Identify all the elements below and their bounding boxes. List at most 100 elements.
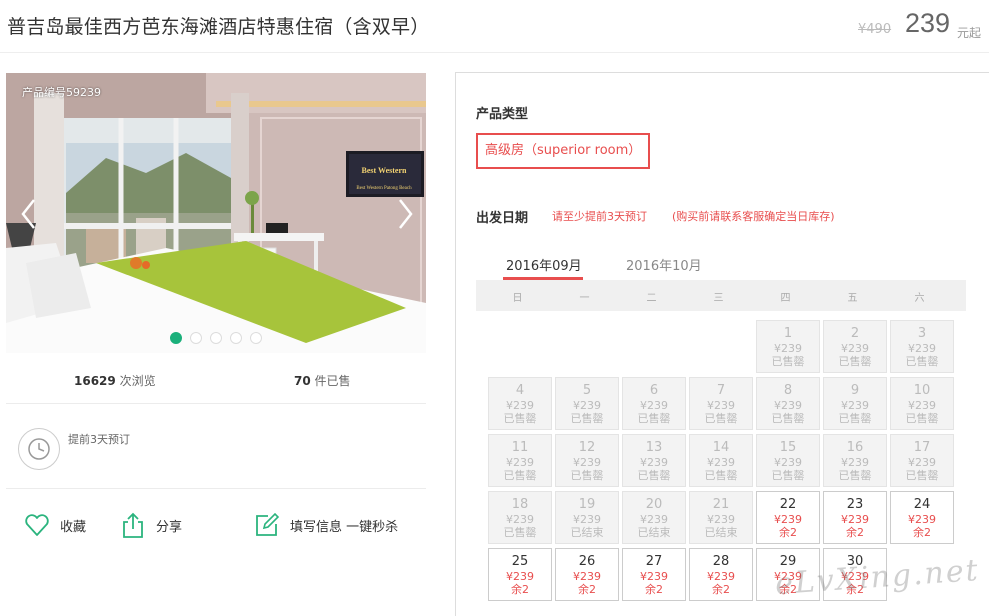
action-bar: 收藏 分享 填写信息 一键秒杀: [0, 510, 426, 544]
weekday-header: 日 一 二 三 四 五 六: [476, 280, 966, 311]
carousel-dot[interactable]: [210, 332, 222, 344]
day-price: ¥239: [841, 399, 869, 412]
day-status: 已售罄: [771, 412, 805, 425]
day-status: 已售罄: [838, 412, 872, 425]
day-number: 22: [779, 497, 797, 512]
advance-booking-text: 提前3天预订: [68, 433, 130, 446]
day-number: 24: [913, 497, 931, 512]
carousel-dot[interactable]: [170, 332, 182, 344]
day-number: 19: [578, 497, 596, 512]
calendar-day: 3 ¥239 已售罄: [890, 320, 954, 373]
product-type-label: 产品类型: [476, 107, 529, 122]
calendar-day: 11 ¥239 已售罄: [488, 434, 552, 487]
day-number: 18: [511, 497, 529, 512]
calendar-day: 1 ¥239 已售罄: [756, 320, 820, 373]
day-price: ¥239: [640, 399, 668, 412]
day-number: 27: [645, 554, 663, 569]
tab-2016-10[interactable]: 2016年10月: [626, 255, 702, 274]
day-status: 已售罄: [905, 469, 939, 482]
share-icon: [123, 512, 143, 538]
day-number: 17: [913, 440, 931, 455]
room-option-superior[interactable]: 高级房（superior room）: [476, 133, 651, 169]
calendar-day[interactable]: 23 ¥239 余2: [823, 491, 887, 544]
day-status: 已结束: [704, 526, 738, 539]
day-status: 已售罄: [637, 412, 671, 425]
day-price: ¥239: [707, 399, 735, 412]
weekday-sun: 日: [512, 293, 523, 304]
calendar-day[interactable]: 25 ¥239 余2: [488, 548, 552, 601]
day-status: 已售罄: [503, 526, 537, 539]
stock-notice: (购买前请联系客服确定当日库存): [672, 210, 835, 223]
day-price: ¥239: [506, 456, 534, 469]
day-status: 余2: [511, 583, 529, 596]
day-status: 已售罄: [570, 412, 604, 425]
calendar-day: 15 ¥239 已售罄: [756, 434, 820, 487]
product-stats: 16629 次浏览 70 件已售: [6, 372, 426, 390]
book-now-label: 填写信息 一键秒杀: [290, 519, 399, 535]
price-unit: 元起: [957, 26, 982, 40]
day-number: 25: [511, 554, 529, 569]
product-number: 产品编号59239: [22, 86, 101, 99]
calendar-day: 19 ¥239 已结束: [555, 491, 619, 544]
day-number: 1: [783, 326, 793, 341]
calendar-day: 5 ¥239 已售罄: [555, 377, 619, 430]
day-status: 已售罄: [704, 469, 738, 482]
next-photo-button[interactable]: [394, 197, 416, 231]
day-number: 20: [645, 497, 663, 512]
calendar-day: 12 ¥239 已售罄: [555, 434, 619, 487]
calendar-day: 16 ¥239 已售罄: [823, 434, 887, 487]
carousel-dot[interactable]: [230, 332, 242, 344]
photo-carousel[interactable]: Best Western Best Western Patong Beach 产…: [6, 73, 426, 353]
weekday-tue: 二: [646, 293, 657, 304]
day-number: 3: [917, 326, 927, 341]
day-number: 26: [578, 554, 596, 569]
day-status: 余2: [913, 526, 931, 539]
day-number: 10: [913, 383, 931, 398]
product-title: 普吉岛最佳西方芭东海滩酒店特惠住宿（含双早）: [7, 16, 430, 38]
day-price: ¥239: [573, 399, 601, 412]
day-price: ¥239: [506, 513, 534, 526]
clock-icon: [18, 428, 60, 470]
day-number: 16: [846, 440, 864, 455]
favorite-label: 收藏: [60, 519, 87, 535]
day-price: ¥239: [707, 513, 735, 526]
calendar-day[interactable]: 22 ¥239 余2: [756, 491, 820, 544]
day-price: ¥239: [908, 513, 936, 526]
day-number: 7: [716, 383, 726, 398]
day-status: 已售罄: [704, 412, 738, 425]
share-button[interactable]: 分享: [120, 510, 182, 540]
carousel-dots: [170, 332, 262, 344]
calendar-day: 4 ¥239 已售罄: [488, 377, 552, 430]
day-status: 已结束: [637, 526, 671, 539]
favorite-button[interactable]: 收藏: [24, 510, 86, 540]
edit-icon: [256, 512, 280, 536]
product-header: 普吉岛最佳西方芭东海滩酒店特惠住宿（含双早） ¥490 239 元起: [0, 0, 989, 52]
day-status: 余2: [712, 583, 730, 596]
tab-2016-09[interactable]: 2016年09月: [506, 255, 582, 274]
carousel-dot[interactable]: [250, 332, 262, 344]
calendar-day[interactable]: 24 ¥239 余2: [890, 491, 954, 544]
day-status: 余2: [846, 526, 864, 539]
carousel-dot[interactable]: [190, 332, 202, 344]
day-number: 4: [515, 383, 525, 398]
day-price: ¥239: [640, 570, 668, 583]
day-price: ¥239: [908, 342, 936, 355]
book-now-button[interactable]: 填写信息 一键秒杀: [254, 510, 398, 540]
day-number: 11: [511, 440, 529, 455]
calendar-day[interactable]: 26 ¥239 余2: [555, 548, 619, 601]
day-number: 23: [846, 497, 864, 512]
calendar-day: 13 ¥239 已售罄: [622, 434, 686, 487]
divider: [6, 403, 426, 404]
day-number: 5: [582, 383, 592, 398]
day-number: 28: [712, 554, 730, 569]
header-divider: [0, 52, 989, 53]
prev-photo-button[interactable]: [18, 197, 40, 231]
calendar-day: 14 ¥239 已售罄: [689, 434, 753, 487]
booking-panel: 产品类型 高级房（superior room） 出发日期 请至少提前3天预订 (…: [455, 72, 989, 616]
calendar-day[interactable]: 28 ¥239 余2: [689, 548, 753, 601]
day-status: 已售罄: [570, 469, 604, 482]
day-status: 余2: [645, 583, 663, 596]
calendar-day: 8 ¥239 已售罄: [756, 377, 820, 430]
calendar-day[interactable]: 27 ¥239 余2: [622, 548, 686, 601]
chevron-left-icon: [21, 199, 35, 229]
